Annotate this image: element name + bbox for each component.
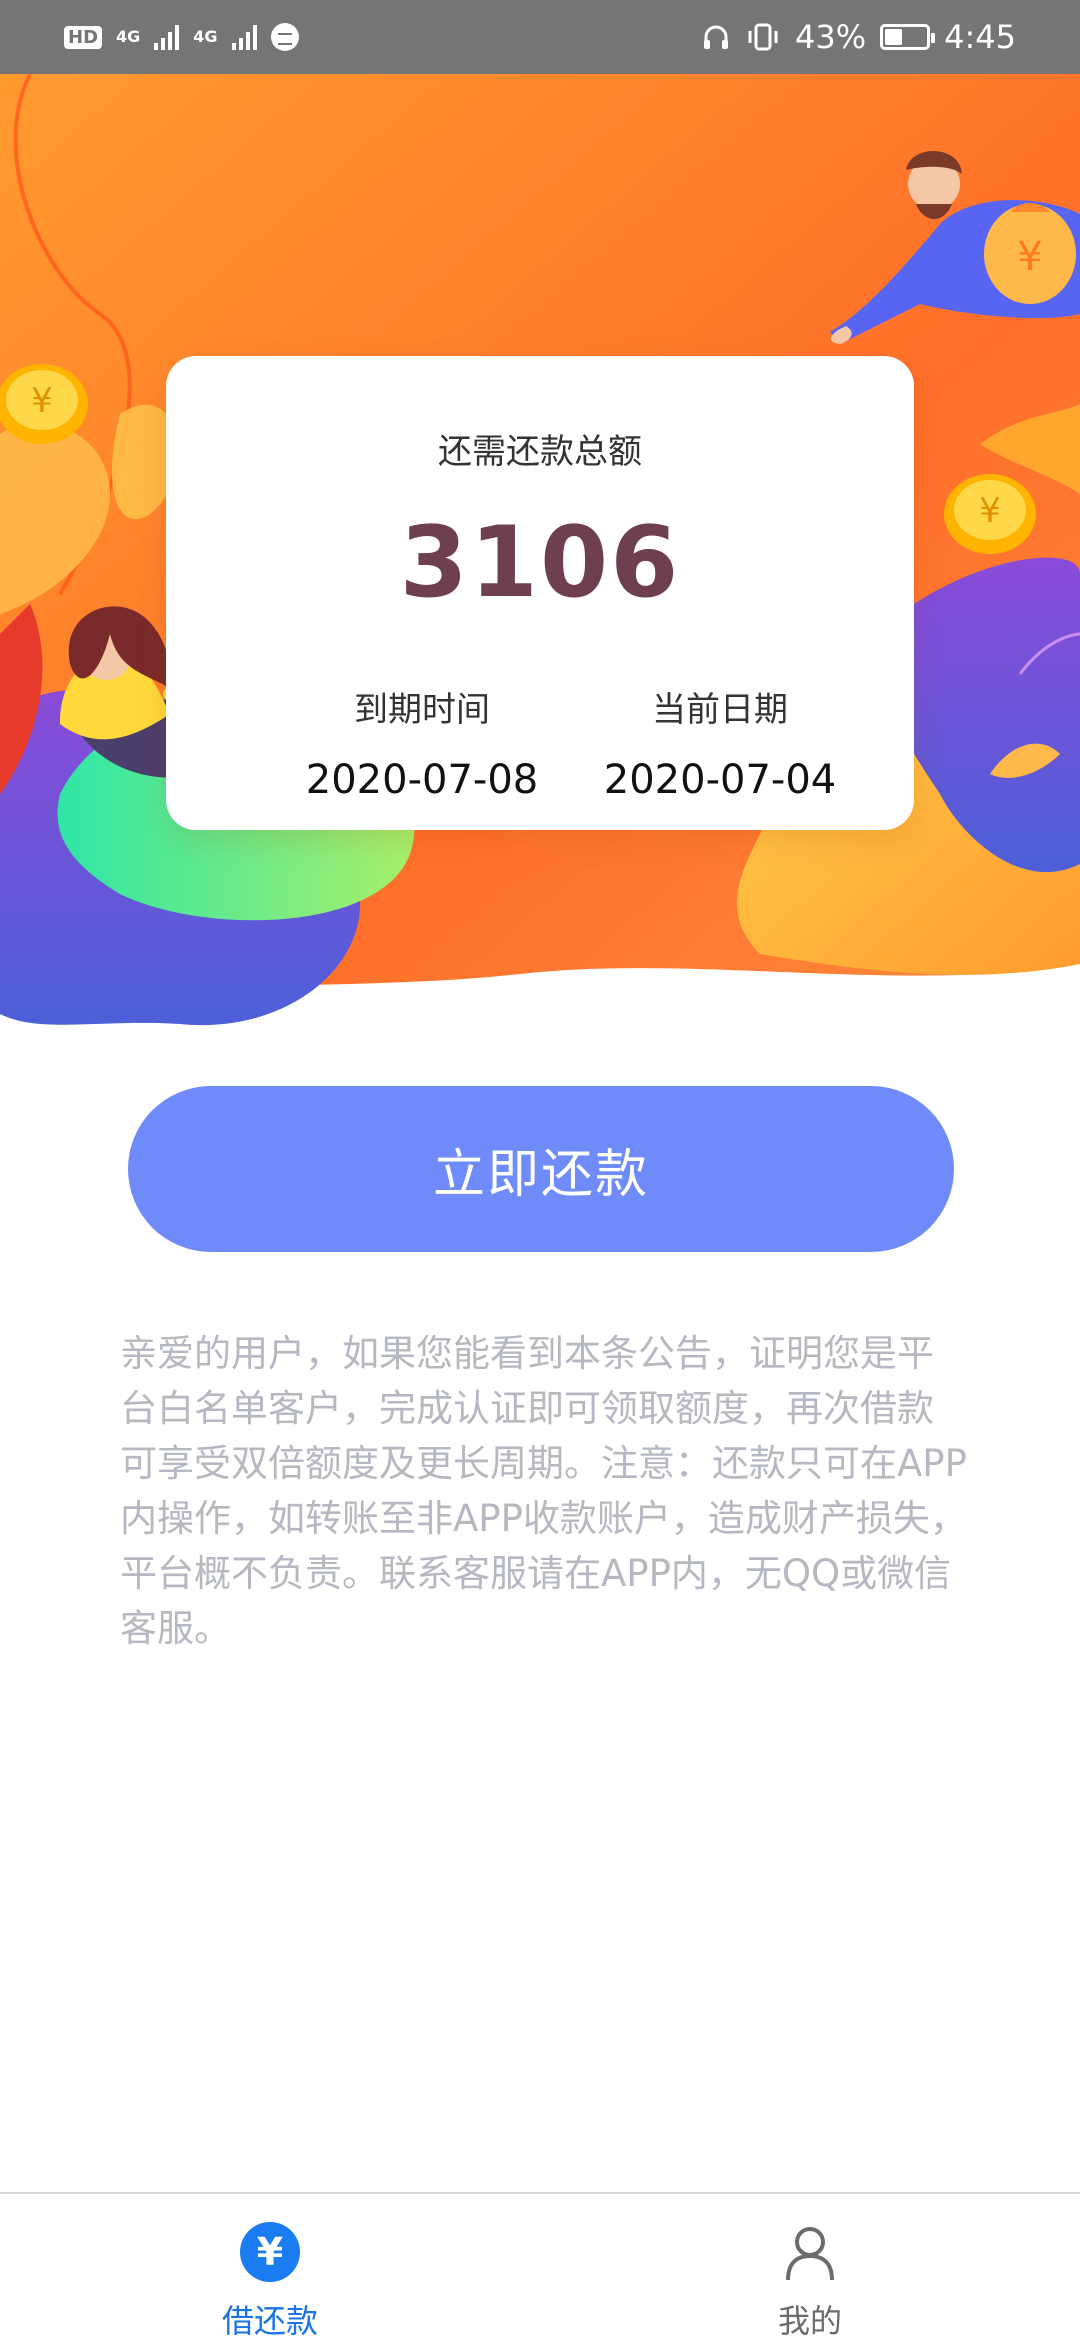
hero-banner: ¥ ¥ ¥ 还需还款总额 3106 到期时间 2020-07-08 当前日期 2… <box>0 74 1080 1034</box>
headphones-icon <box>704 25 729 49</box>
person-icon <box>780 2222 840 2282</box>
hd-icon: HD <box>64 25 103 49</box>
current-date-block: 当前日期 2020-07-04 <box>590 682 850 803</box>
current-date-label: 当前日期 <box>652 690 788 730</box>
total-due-label: 还需还款总额 <box>438 432 642 472</box>
due-date-block: 到期时间 2020-07-08 <box>292 682 552 803</box>
tab-mine[interactable]: 我的 <box>660 2194 960 2340</box>
tab-loan-repay-label: 借还款 <box>221 2302 318 2340</box>
battery-percent: 43% <box>795 18 867 56</box>
bottom-nav: ¥ 借还款 我的 <box>0 2192 1080 2340</box>
repayment-summary-card: 还需还款总额 3106 到期时间 2020-07-08 当前日期 2020-07… <box>166 356 914 830</box>
status-bar: HD 4G 4G 43% 4:45 <box>0 0 1080 74</box>
signal-icon <box>154 24 180 50</box>
status-right: 43% 4:45 <box>701 18 1016 56</box>
repay-now-button[interactable]: 立即还款 <box>128 1086 954 1252</box>
status-left: HD 4G 4G <box>64 23 299 51</box>
network-type-2: 4G <box>193 27 218 46</box>
tab-mine-label: 我的 <box>777 2302 842 2340</box>
clock: 4:45 <box>944 18 1016 56</box>
notice-text: 亲爱的用户，如果您能看到本条公告，证明您是平台白名单客户，完成认证即可领取额度，… <box>120 1332 967 1650</box>
due-date-value: 2020-07-08 <box>305 757 539 803</box>
svg-text:¥: ¥ <box>1017 234 1042 280</box>
yen-icon: ¥ <box>240 2222 300 2282</box>
vibrate-icon <box>748 23 778 51</box>
network-type-1: 4G <box>116 27 141 46</box>
signal-icon <box>231 24 257 50</box>
svg-text:¥: ¥ <box>979 491 1001 531</box>
due-date-label: 到期时间 <box>354 690 490 730</box>
svg-text:¥: ¥ <box>31 381 53 421</box>
battery-icon <box>880 24 936 50</box>
voice-icon <box>270 23 299 51</box>
tab-loan-repay[interactable]: ¥ 借还款 <box>120 2194 420 2340</box>
total-due-amount: 3106 <box>399 506 681 620</box>
current-date-value: 2020-07-04 <box>603 757 837 803</box>
